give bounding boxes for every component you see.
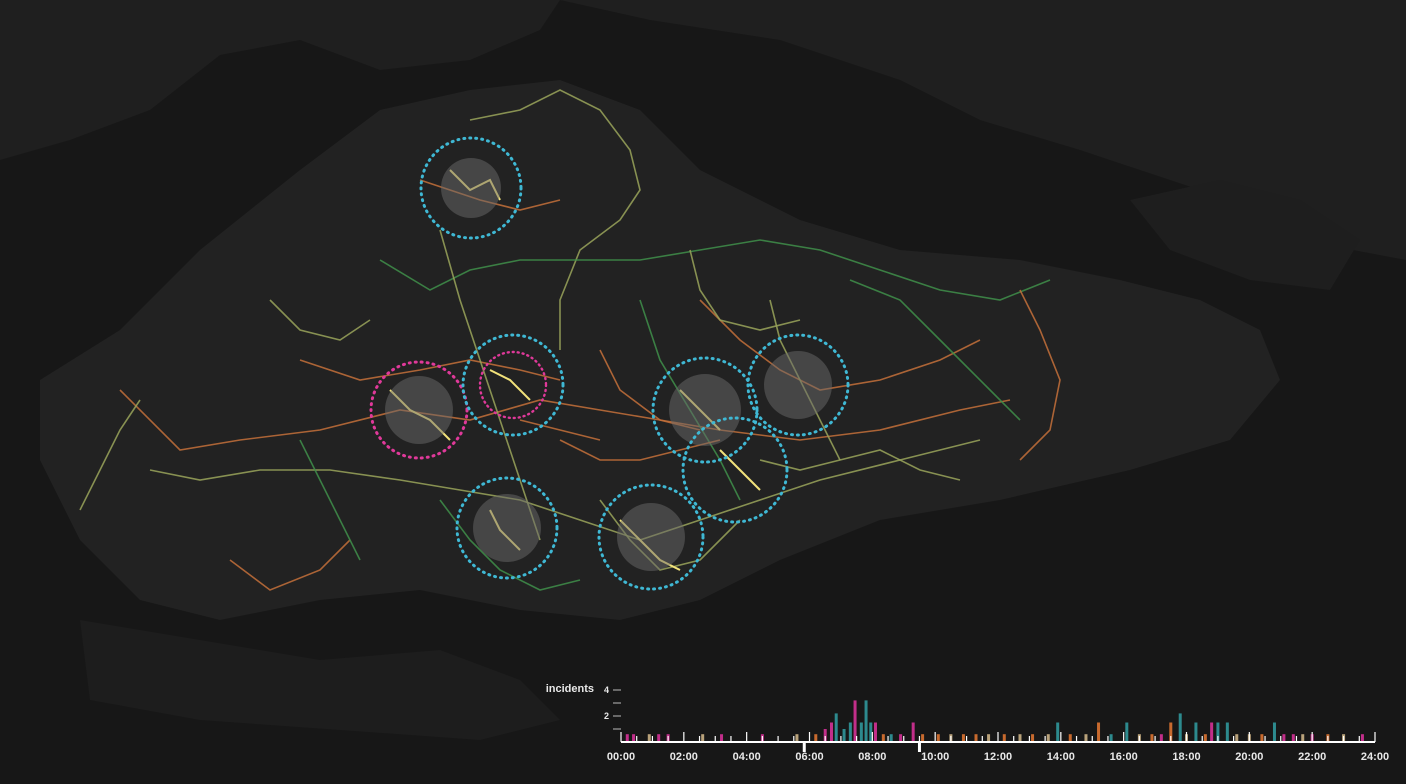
timeline-bar <box>1225 722 1229 742</box>
timeline-bar <box>814 734 818 742</box>
land-layer <box>0 0 1406 740</box>
timeline-bar <box>1194 722 1198 742</box>
timeline-bar <box>1056 722 1060 742</box>
timeline-brush-right-handle[interactable] <box>917 742 921 752</box>
timeline-bar <box>974 734 978 742</box>
timeline-bar <box>881 734 885 742</box>
timeline-bar <box>936 734 940 742</box>
timeline-x-tick-label: 04:00 <box>733 751 761 763</box>
timeline-bar <box>873 722 877 742</box>
timeline-bar <box>1301 734 1305 742</box>
timeline-bar <box>1291 734 1295 742</box>
timeline-bar <box>1159 734 1163 742</box>
timeline-bar <box>848 722 852 742</box>
timeline-bar <box>1150 734 1154 742</box>
incident-map[interactable]: incidents 4 2 00:00 02:00 04:00 06:00 08:00 1… <box>0 0 1406 784</box>
timeline-bar <box>1018 734 1022 742</box>
timeline-x-tick-label: 20:00 <box>1235 751 1263 763</box>
timeline-bar <box>829 722 833 742</box>
timeline-bar <box>864 700 868 742</box>
hotspot-core <box>764 351 832 419</box>
timeline-bar <box>1125 722 1129 742</box>
timeline-bar <box>889 734 893 742</box>
timeline-bar <box>1272 722 1276 742</box>
timeline-brush-left-handle[interactable] <box>802 742 806 752</box>
timeline-bar <box>1002 734 1006 742</box>
timeline-bar <box>701 734 705 742</box>
timeline-bar <box>632 734 636 742</box>
timeline-x-tick-label: 18:00 <box>1172 751 1200 763</box>
hotspot-core <box>385 376 453 444</box>
timeline-x-tick-label: 16:00 <box>1110 751 1138 763</box>
timeline-bar <box>1203 734 1207 742</box>
timeline-bar <box>1178 713 1182 742</box>
timeline-bar <box>1360 734 1364 742</box>
timeline-x-tick-label: 14:00 <box>1047 751 1075 763</box>
timeline-x-labels: 00:00 02:00 04:00 06:00 08:00 10:00 12:00 14:00… <box>607 751 1389 763</box>
timeline-bar <box>921 734 925 742</box>
timeline-x-tick-label: 08:00 <box>858 751 886 763</box>
timeline-bar <box>961 734 965 742</box>
hotspot-core <box>441 158 501 218</box>
timeline-x-tick-label: 10:00 <box>921 751 949 763</box>
timeline-bar <box>859 722 863 742</box>
timeline-y-label: incidents <box>546 683 594 695</box>
timeline-y-tick-4: 4 <box>604 685 609 695</box>
timeline-x-tick-label: 22:00 <box>1298 751 1326 763</box>
timeline-bar <box>853 700 857 742</box>
timeline-x-tick-label: 06:00 <box>795 751 823 763</box>
timeline-bar <box>647 734 651 742</box>
timeline-y-tick-2: 2 <box>604 711 609 721</box>
timeline-x-tick-label: 00:00 <box>607 751 635 763</box>
hotspot-core <box>473 494 541 562</box>
timeline-bar <box>1068 734 1072 742</box>
land-south-islands <box>80 620 560 740</box>
timeline-bar <box>842 729 846 742</box>
timeline-bar <box>1282 734 1286 742</box>
timeline-bar <box>987 734 991 742</box>
incident-timeline[interactable]: incidents 4 2 00:00 02:00 04:00 06:00 08:00 1… <box>546 683 1389 763</box>
timeline-bar <box>911 722 915 742</box>
timeline-x-tick-label: 24:00 <box>1361 751 1389 763</box>
timeline-x-tick-label: 12:00 <box>984 751 1012 763</box>
timeline-bar <box>625 734 629 742</box>
timeline-bar <box>1046 734 1050 742</box>
timeline-x-tick-label: 02:00 <box>670 751 698 763</box>
timeline-bar <box>1260 734 1264 742</box>
timeline-bars <box>625 700 1364 742</box>
timeline-bar <box>1031 734 1035 742</box>
timeline-bar <box>1097 722 1101 742</box>
timeline-bar <box>899 734 903 742</box>
hotspot-jurong-east[interactable] <box>369 360 469 460</box>
timeline-bar <box>720 734 724 742</box>
timeline-bar <box>657 734 661 742</box>
timeline-bar <box>795 734 799 742</box>
hotspot-core <box>617 503 685 571</box>
timeline-bar <box>1109 734 1113 742</box>
timeline-bar <box>1210 722 1214 742</box>
timeline-bar <box>1084 734 1088 742</box>
timeline-bar <box>834 713 838 742</box>
hotspot-core <box>669 374 741 446</box>
timeline-bar <box>1235 734 1239 742</box>
